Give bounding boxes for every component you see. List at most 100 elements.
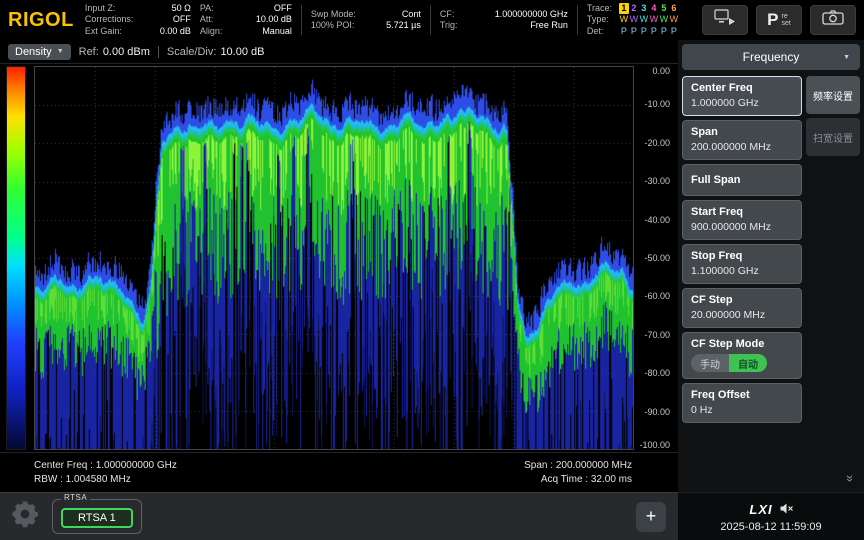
rtsa-tab-group: RTSA RTSA 1 (52, 499, 142, 534)
density-mode-dropdown[interactable]: Density ▼ (8, 44, 71, 60)
y-axis-labels: 0.00-10.00-20.00-30.00-40.00-50.00-60.00… (634, 66, 676, 450)
header-info-row: Corrections: OFF (85, 14, 191, 26)
header-info-value: 50 Ω (172, 3, 191, 15)
trace-det: P (669, 26, 679, 38)
main-content: Density ▼ Ref: 0.00 dBm Scale/Div: 10.00… (0, 40, 864, 492)
rtsa1-tab-button[interactable]: RTSA 1 (61, 508, 133, 528)
trace-type-label: Type: (587, 14, 619, 26)
spectrum-plot[interactable] (34, 66, 634, 450)
collapse-menu-icon[interactable]: » (843, 475, 858, 482)
header-info-row: 100% POI:5.721 µs (311, 20, 421, 32)
y-axis-label: -80.00 (644, 368, 670, 378)
header-info-label: Ext Gain: (85, 26, 122, 38)
toolbar-divider (158, 46, 159, 58)
acq-time-readout: Acq Time : 32.00 ms (541, 474, 632, 485)
header-info-value: Free Run (530, 20, 568, 32)
menu-item-cf-step[interactable]: CF Step 20.000000 MHz (682, 288, 802, 328)
menu-items: Center Freq1.000000 GHzSpan200.000000 MH… (682, 76, 802, 492)
trace-number-3[interactable]: 3 (639, 3, 649, 15)
menu-item-center-freq[interactable]: Center Freq1.000000 GHz (682, 76, 802, 116)
lxi-row: LXI (749, 501, 792, 519)
rigol-logo: RIGOL (8, 9, 74, 32)
frequency-menu-header[interactable]: Frequency ▼ (682, 44, 860, 70)
menu-item-freq-offset[interactable]: Freq Offset0 Hz (682, 383, 802, 423)
menu-tab-span-settings[interactable]: 扫宽设置 (806, 118, 860, 156)
dropdown-arrow-icon: ▼ (57, 48, 64, 55)
y-axis-label: 0.00 (652, 66, 670, 76)
menu-tab-frequency-settings[interactable]: 频率设置 (806, 76, 860, 114)
y-axis-label: -10.00 (644, 99, 670, 109)
menu-item-label: Center Freq (691, 82, 793, 94)
trace-summary[interactable]: Trace:123456Type:WWWWWWDet:PPPPPP (587, 3, 679, 38)
toggle-option-auto[interactable]: 自动 (729, 354, 767, 372)
menu-item-label: Span (691, 126, 793, 138)
settings-gear-button[interactable] (10, 499, 40, 534)
scale-label: Scale/Div: (167, 46, 217, 58)
clock-readout: 2025-08-12 11:59:09 (720, 521, 821, 533)
display-toolbar: Density ▼ Ref: 0.00 dBm Scale/Div: 10.00… (0, 40, 678, 64)
trace-number-2[interactable]: 2 (629, 3, 639, 15)
trace-det: P (639, 26, 649, 38)
header-info-label: Swp Mode: (311, 9, 356, 21)
y-axis-label: -50.00 (644, 253, 670, 263)
scale-div-readout: Scale/Div: 10.00 dB (167, 46, 265, 58)
menu-item-value: 900.000000 MHz (691, 221, 793, 233)
header-info-value: 0.00 dB (160, 26, 191, 38)
menu-item-full-span[interactable]: Full Span (682, 164, 802, 196)
trace-number-5[interactable]: 5 (659, 3, 669, 15)
trace-type: W (639, 14, 649, 26)
menu-item-label: CF Step (691, 294, 793, 306)
trace-number-6[interactable]: 6 (669, 3, 679, 15)
menu-item-label: Stop Freq (691, 250, 793, 262)
menu-item-label: Freq Offset (691, 389, 793, 401)
menu-item-stop-freq[interactable]: Stop Freq 1.100000 GHz (682, 244, 802, 284)
menu-item-value: 1.100000 GHz (691, 265, 793, 277)
header-info-label: Corrections: (85, 14, 134, 26)
center-freq-readout: Center Freq : 1.000000000 GHz (34, 460, 177, 471)
header-info-group-cf: CF:1.000000000 GHzTrig:Free Run (440, 9, 568, 32)
header-info-row: Swp Mode: Cont (311, 9, 421, 21)
screenshot-button[interactable] (810, 5, 856, 35)
mute-icon[interactable] (780, 501, 793, 519)
header-info-label: PA: (200, 3, 214, 15)
file-transfer-button[interactable] (702, 5, 748, 35)
bottom-bar: RTSA RTSA 1 + LXI 2025-08-12 11:59:09 (0, 492, 864, 540)
trace-type: W (649, 14, 659, 26)
trace-det-label: Det: (587, 26, 619, 38)
header-divider (577, 5, 578, 35)
spectrum-display: Density ▼ Ref: 0.00 dBm Scale/Div: 10.00… (0, 40, 678, 492)
trace-number-1[interactable]: 1 (619, 3, 629, 15)
header-bar: RIGOL Input Z:50 ΩCorrections:OFFExt Gai… (0, 0, 864, 40)
menu-item-value: 20.000000 MHz (691, 309, 793, 321)
trace-row-label: Trace: (587, 3, 619, 15)
menu-item-span[interactable]: Span200.000000 MHz (682, 120, 802, 160)
density-mode-label: Density (15, 46, 52, 58)
preset-button[interactable]: Preset (756, 5, 802, 35)
trace-number-4[interactable]: 4 (649, 3, 659, 15)
spectrum-canvas[interactable] (35, 67, 633, 449)
menu-item-cf-step-mode[interactable]: CF Step Mode手动自动 (682, 332, 802, 379)
header-info-row: Ext Gain: 0.00 dB (85, 26, 191, 38)
menu-item-start-freq[interactable]: Start Freq900.000000 MHz (682, 200, 802, 240)
menu-dropdown-arrow-icon: ▼ (843, 54, 850, 61)
header-info-label: Input Z: (85, 3, 116, 15)
toggle-option-manual[interactable]: 手动 (691, 354, 729, 372)
header-info-group-pa: PA:OFFAtt:10.00 dBAlign:Manual (200, 3, 292, 38)
y-axis-label: -90.00 (644, 407, 670, 417)
header-divider (430, 5, 431, 35)
display-footer-row: RBW : 1.004580 MHz Acq Time : 32.00 ms (34, 474, 632, 485)
add-tab-button[interactable]: + (636, 502, 666, 532)
ref-level-readout: Ref: 0.00 dBm (79, 46, 150, 58)
header-info-value: Cont (402, 9, 421, 21)
trace-type: W (619, 14, 629, 26)
header-info-row: PA: OFF (200, 3, 292, 15)
ref-label: Ref: (79, 46, 99, 58)
menu-item-label: Full Span (691, 174, 793, 186)
header-buttons: Preset (702, 5, 856, 35)
header-info-label: Att: (200, 14, 214, 26)
y-axis-label: -40.00 (644, 215, 670, 225)
header-info-value: Manual (262, 26, 292, 38)
ref-value: 0.00 dBm (103, 46, 150, 58)
header-info-value: OFF (173, 14, 191, 26)
header-info-value: OFF (274, 3, 292, 15)
